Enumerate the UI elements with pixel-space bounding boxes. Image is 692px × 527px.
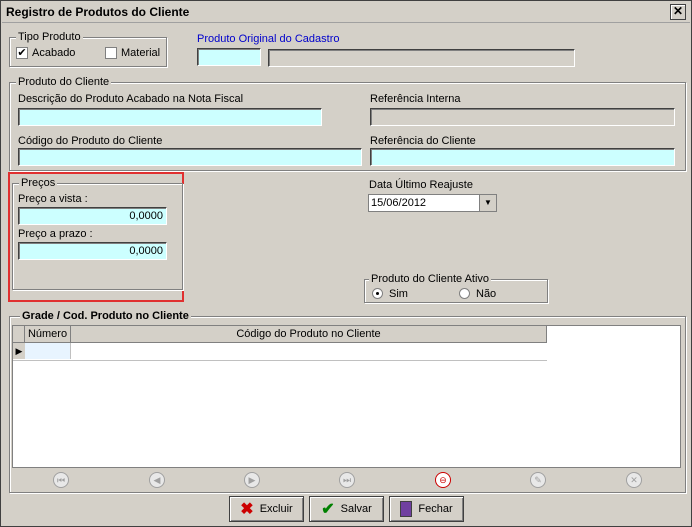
title-bar: Registro de Produtos do Cliente ✕ — [2, 2, 690, 23]
excluir-button[interactable]: ✖ Excluir — [229, 496, 304, 522]
preco-vista-input[interactable]: 0,0000 — [18, 207, 167, 225]
chevron-down-icon[interactable]: ▼ — [479, 195, 496, 211]
precos-legend: Preços — [19, 177, 58, 189]
ativo-legend: Produto do Cliente Ativo — [369, 273, 492, 285]
produto-cliente-legend: Produto do Cliente — [16, 76, 112, 88]
grade-legend: Grade / Cod. Produto no Cliente — [20, 310, 191, 322]
produto-original-desc-field — [268, 49, 575, 67]
salvar-label: Salvar — [340, 503, 372, 515]
codigo-cliente-input[interactable] — [18, 148, 362, 166]
delete-x-icon: ✖ — [240, 501, 254, 518]
cancel-icon[interactable]: ✕ — [626, 472, 642, 488]
material-label: Material — [121, 47, 161, 59]
grade-col-numero[interactable]: Número — [25, 326, 71, 343]
close-icon[interactable]: ✕ — [670, 4, 686, 20]
excluir-label: Excluir — [259, 503, 293, 515]
preco-prazo-input[interactable]: 0,0000 — [18, 242, 167, 260]
tipo-produto-legend: Tipo Produto — [16, 31, 83, 43]
fechar-label: Fechar — [418, 503, 453, 515]
checkmark-icon: ✔ — [321, 501, 335, 518]
insert-icon[interactable]: ⊖ — [435, 472, 451, 488]
product-registration-window: Registro de Produtos do Cliente ✕ Tipo P… — [0, 0, 692, 527]
row-codigo-cell[interactable] — [71, 343, 547, 359]
grade-table[interactable]: Número Código do Produto no Cliente ▶ — [12, 325, 681, 468]
acabado-checkbox[interactable]: ✔ — [16, 47, 28, 59]
preco-vista-label: Preço a vista : — [18, 193, 88, 205]
grade-col-codigo[interactable]: Código do Produto no Cliente — [71, 326, 547, 343]
prior-icon[interactable]: ◀ — [149, 472, 165, 488]
acabado-label: Acabado — [32, 47, 76, 59]
descricao-label: Descrição do Produto Acabado na Nota Fis… — [18, 93, 244, 105]
first-icon[interactable]: ⏮ — [53, 472, 69, 488]
ativo-nao-radio[interactable] — [459, 288, 470, 299]
edit-icon[interactable]: ✎ — [530, 472, 546, 488]
fechar-button[interactable]: Fechar — [389, 496, 464, 522]
produto-original-code-input[interactable] — [197, 48, 261, 66]
material-checkbox[interactable] — [105, 47, 117, 59]
preco-prazo-label: Preço a prazo : — [18, 228, 93, 240]
produto-original-label: Produto Original do Cadastro — [197, 33, 340, 45]
data-reajuste-value: 15/06/2012 — [371, 197, 427, 209]
table-row[interactable]: ▶ — [13, 343, 547, 361]
salvar-button[interactable]: ✔ Salvar — [309, 496, 384, 522]
data-reajuste-label: Data Último Reajuste — [369, 179, 473, 191]
ativo-sim-radio[interactable] — [372, 288, 383, 299]
window-title: Registro de Produtos do Cliente — [6, 5, 190, 19]
row-numero-cell[interactable] — [25, 343, 71, 359]
ref-interna-label: Referência Interna — [370, 93, 461, 105]
ativo-sim-label: Sim — [389, 288, 408, 300]
next-icon[interactable]: ▶ — [244, 472, 260, 488]
codigo-cliente-label: Código do Produto do Cliente — [18, 135, 163, 147]
ativo-nao-label: Não — [476, 288, 497, 300]
grade-indicator-header — [13, 326, 25, 343]
ref-cliente-input[interactable] — [370, 148, 675, 166]
ref-cliente-label: Referência do Cliente — [370, 135, 476, 147]
descricao-input[interactable] — [18, 108, 322, 126]
last-icon[interactable]: ⏭ — [339, 472, 355, 488]
ref-interna-field — [370, 108, 675, 126]
door-exit-icon — [400, 501, 413, 517]
data-reajuste-dropdown[interactable]: 15/06/2012 ▼ — [368, 194, 497, 212]
